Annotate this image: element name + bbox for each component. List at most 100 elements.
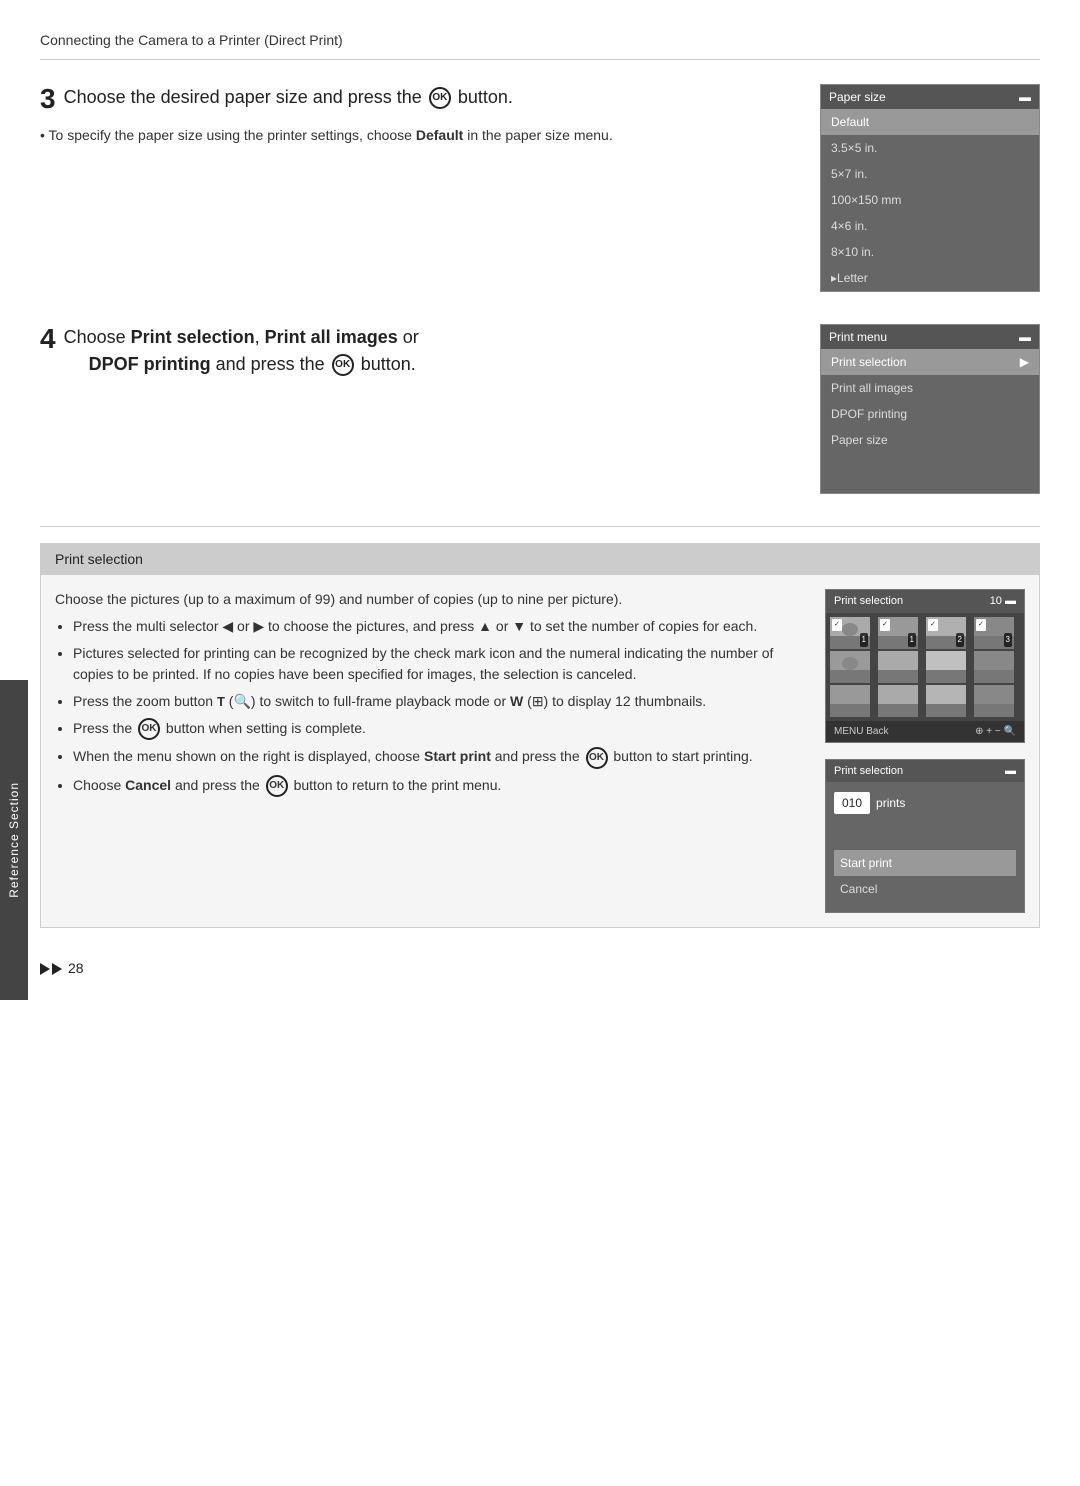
print-menu-title: Print menu (829, 328, 887, 346)
thumb-img-8 (974, 651, 1014, 683)
print-selection-bullets: Press the multi selector ◀ or ▶ to choos… (55, 616, 805, 797)
ok-icon-inline3: OK (266, 775, 288, 797)
step4-title-prefix: Choose (64, 327, 131, 347)
thumb-cell-2: ✓ 1 (878, 617, 918, 649)
cancel-label: Cancel (125, 777, 171, 793)
confirm-screen-body: 010 prints Start print Cancel (826, 782, 1024, 912)
thumb-screen-footer: MENU Back ⊕ + − 🔍 (826, 721, 1024, 742)
thumb-img-5 (830, 651, 870, 683)
step3-left: 3 Choose the desired paper size and pres… (40, 84, 800, 152)
step3-title: 3 Choose the desired paper size and pres… (40, 84, 800, 115)
confirm-screen-header: Print selection ▬ (826, 760, 1024, 783)
print-menu-icon: ▬ (1019, 328, 1031, 346)
thumb-screen: Print selection 10 ▬ ✓ 1 ✓ 1 (825, 589, 1025, 743)
print-menu-screen: Print menu ▬ Print selection ▶ Print all… (820, 324, 1040, 494)
step4-bold2: Print all images (265, 327, 398, 347)
thumb-img-11 (926, 685, 966, 717)
step4-section: 4 Choose Print selection, Print all imag… (40, 324, 1040, 494)
thumb-img-12 (974, 685, 1014, 717)
thumb-num-1: 1 (860, 633, 868, 647)
step3-screen: Paper size ▬ Default 3.5×5 in. 5×7 in. 1… (820, 84, 1040, 292)
step4-left: 4 Choose Print selection, Print all imag… (40, 324, 800, 388)
bullet-2: Pictures selected for printing can be re… (73, 643, 805, 685)
thumb-img-7 (926, 651, 966, 683)
ok-icon-inline2: OK (586, 747, 608, 769)
confirm-screen-icon: ▬ (1005, 763, 1016, 780)
confirm-screen: Print selection ▬ 010 prints Start print… (825, 759, 1025, 914)
paper-size-item-6: ▸Letter (821, 265, 1039, 291)
thumb-img-6 (878, 651, 918, 683)
paper-size-title: Paper size (829, 88, 886, 106)
thumb-footer-left: MENU Back (834, 724, 888, 739)
thumb-img-10 (878, 685, 918, 717)
step3-bullet: • To specify the paper size using the pr… (40, 125, 800, 146)
step4-sep1: , (255, 327, 265, 347)
thumb-img-9 (830, 685, 870, 717)
thumb-cell-11 (926, 685, 966, 717)
print-selection-header: Print selection (41, 544, 1039, 575)
thumb-cell-7 (926, 651, 966, 683)
zoom-w: W (510, 693, 523, 709)
side-tab-label: Reference Section (5, 782, 23, 898)
thumb-cell-4: ✓ 3 (974, 617, 1014, 649)
print-selection-screens: Print selection 10 ▬ ✓ 1 ✓ 1 (825, 589, 1025, 913)
zoom-grid: ⊞ (532, 693, 544, 709)
thumb-num-2: 1 (908, 633, 916, 647)
bullet-4: Press the OK button when setting is comp… (73, 718, 805, 740)
step4-number: 4 (40, 324, 56, 355)
print-menu-item-0-arrow: ▶ (1020, 353, 1029, 371)
step3-number: 3 (40, 84, 56, 115)
paper-size-item-0: Default (821, 109, 1039, 135)
thumb-cell-3: ✓ 2 (926, 617, 966, 649)
paper-size-item-4: 4×6 in. (821, 213, 1039, 239)
thumb-screen-header: Print selection 10 ▬ (826, 590, 1024, 613)
ok-icon-step3: OK (429, 87, 451, 109)
bullet-6: Choose Cancel and press the OK button to… (73, 775, 805, 797)
step4-title-suffix: and press the (211, 354, 325, 374)
step4-bold1: Print selection (131, 327, 255, 347)
step3-title-suffix: button. (458, 87, 513, 107)
thumb-num-4: 3 (1004, 633, 1012, 647)
thumb-cell-5 (830, 651, 870, 683)
bullet-5: When the menu shown on the right is disp… (73, 746, 805, 768)
print-menu-item-2: DPOF printing (821, 401, 1039, 427)
step4-title-end: button. (361, 354, 416, 374)
step4-bold3: DPOF printing (89, 354, 211, 374)
paper-size-item-5: 8×10 in. (821, 239, 1039, 265)
step3-section: 3 Choose the desired paper size and pres… (40, 84, 1040, 292)
breadcrumb: Connecting the Camera to a Printer (Dire… (40, 30, 1040, 60)
paper-size-item-3: 100×150 mm (821, 187, 1039, 213)
ok-icon-step4: OK (332, 354, 354, 376)
bullet-3: Press the zoom button T (🔍) to switch to… (73, 691, 805, 712)
prints-value: 010 (834, 792, 870, 814)
thumb-check-2: ✓ (880, 619, 890, 632)
step4-screen: Print menu ▬ Print selection ▶ Print all… (820, 324, 1040, 494)
step3-bold: Default (416, 127, 463, 143)
thumb-check-4: ✓ (976, 619, 986, 632)
confirm-menu-cancel: Cancel (834, 876, 1016, 902)
thumb-screen-title: Print selection (834, 593, 903, 610)
paper-size-item-2: 5×7 in. (821, 161, 1039, 187)
thumb-cell-12 (974, 685, 1014, 717)
bullet-1: Press the multi selector ◀ or ▶ to choos… (73, 616, 805, 637)
confirm-screen-title: Print selection (834, 763, 903, 780)
print-menu-item-3: Paper size (821, 427, 1039, 453)
step4-title: 4 Choose Print selection, Print all imag… (40, 324, 800, 378)
divider (40, 526, 1040, 527)
thumb-footer-right: ⊕ + − 🔍 (975, 724, 1016, 739)
step4-middle: or (398, 327, 419, 347)
arrow-icon-1 (40, 963, 50, 975)
thumb-grid: ✓ 1 ✓ 1 ✓ 2 (826, 613, 1024, 721)
side-tab: Reference Section (0, 680, 28, 1000)
paper-size-item-1: 3.5×5 in. (821, 135, 1039, 161)
step3-body: • To specify the paper size using the pr… (40, 125, 800, 152)
thumb-cell-6 (878, 651, 918, 683)
zoom-t: T (217, 694, 225, 709)
confirm-menu-start-print: Start print (834, 850, 1016, 876)
paper-size-icon: ▬ (1019, 88, 1031, 106)
step3-title-text: Choose the desired paper size and press … (64, 87, 422, 107)
print-selection-text: Choose the pictures (up to a maximum of … (55, 589, 805, 803)
thumb-check-1: ✓ (832, 619, 842, 632)
page-number: 28 (68, 958, 84, 979)
print-menu-header: Print menu ▬ (821, 325, 1039, 349)
